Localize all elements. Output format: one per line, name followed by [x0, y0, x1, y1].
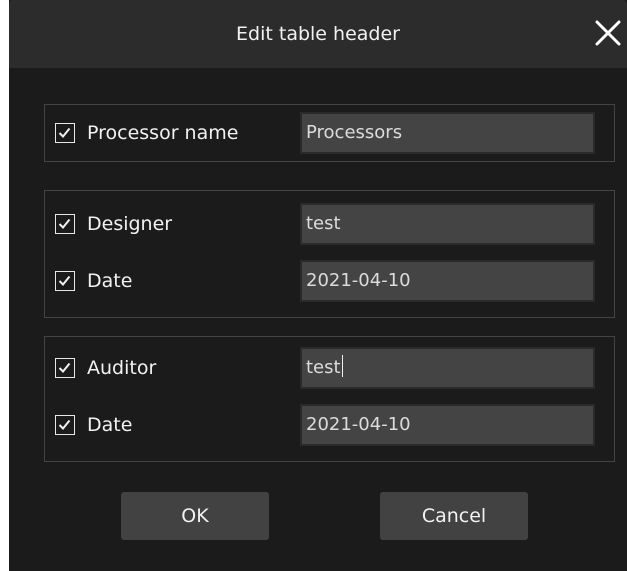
auditor-value: test: [306, 357, 341, 378]
cancel-button[interactable]: Cancel: [380, 492, 528, 540]
dialog-title: Edit table header: [236, 23, 400, 45]
checkmark-icon: [58, 419, 71, 430]
checkmark-icon: [58, 218, 71, 229]
text-caret: [341, 355, 344, 377]
processor-name-checkbox[interactable]: [55, 123, 75, 143]
auditor-field[interactable]: test: [300, 347, 595, 389]
auditor-date-value: 2021-04-10: [306, 414, 411, 435]
auditor-date-field[interactable]: 2021-04-10: [300, 404, 595, 446]
close-icon: [595, 20, 621, 46]
auditor-label: Auditor: [87, 357, 157, 379]
checkmark-icon: [58, 127, 71, 138]
designer-date-field[interactable]: 2021-04-10: [300, 260, 595, 302]
designer-group: Designer test Date 2021-04-10: [44, 190, 615, 318]
auditor-checkbox[interactable]: [55, 358, 75, 378]
processor-name-value: Processors: [306, 122, 403, 143]
ok-button[interactable]: OK: [121, 492, 269, 540]
designer-date-label: Date: [87, 270, 133, 292]
auditor-row: Auditor test: [45, 345, 614, 391]
designer-row: Designer test: [45, 201, 614, 247]
designer-date-checkbox[interactable]: [55, 271, 75, 291]
auditor-date-label: Date: [87, 414, 133, 436]
designer-date-row: Date 2021-04-10: [45, 258, 614, 304]
designer-checkbox[interactable]: [55, 214, 75, 234]
designer-field[interactable]: test: [300, 203, 595, 245]
processor-name-row: Processor name Processors: [45, 110, 614, 156]
auditor-date-checkbox[interactable]: [55, 415, 75, 435]
close-button[interactable]: [593, 18, 623, 48]
dialog-titlebar: Edit table header: [9, 0, 627, 68]
processor-name-field[interactable]: Processors: [300, 112, 595, 154]
checkmark-icon: [58, 362, 71, 373]
processor-group: Processor name Processors: [44, 104, 615, 162]
designer-value: test: [306, 213, 341, 234]
designer-date-value: 2021-04-10: [306, 270, 411, 291]
auditor-date-row: Date 2021-04-10: [45, 402, 614, 448]
checkmark-icon: [58, 275, 71, 286]
auditor-group: Auditor test Date 2021-04-10: [44, 336, 615, 462]
edit-table-header-dialog: Edit table header Processor name Process…: [9, 0, 627, 571]
designer-label: Designer: [87, 213, 173, 235]
processor-name-label: Processor name: [87, 122, 239, 144]
